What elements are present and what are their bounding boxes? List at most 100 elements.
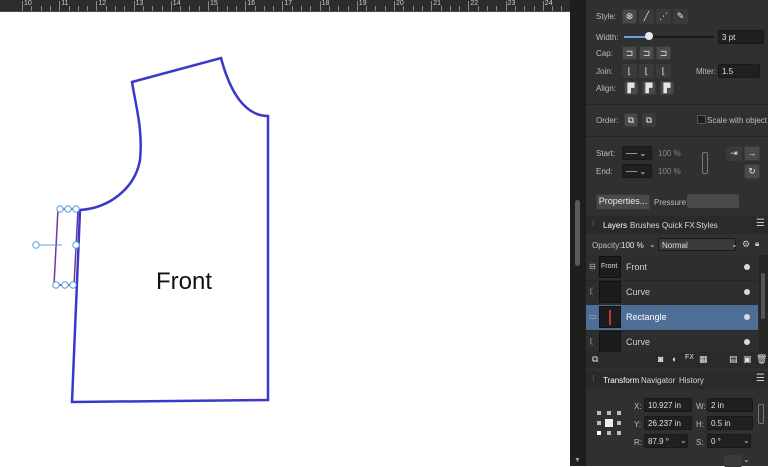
cap-label: Cap: [596, 49, 613, 58]
bevel-join-icon[interactable]: ⌊ [656, 64, 671, 78]
square-cap-icon[interactable]: ⊐ [656, 46, 671, 60]
tab-quick-fx[interactable]: Quick FX [662, 221, 695, 230]
round-join-icon[interactable]: ⌊ [639, 64, 654, 78]
scrollbar-thumb[interactable] [575, 200, 580, 266]
ruler-minor-tick [263, 6, 265, 11]
tab-transform[interactable]: Transform [603, 376, 639, 385]
ruler-minor-tick [524, 6, 526, 11]
tab-styles[interactable]: Styles [696, 221, 718, 230]
document-canvas[interactable]: Front [0, 12, 570, 466]
layers-scrollbar[interactable] [759, 255, 768, 355]
width-field[interactable]: 3 pt [718, 30, 764, 44]
scale-with-object-checkbox[interactable] [697, 115, 706, 124]
ruler-minor-tick [142, 6, 144, 11]
blend-mode-value: Normal [662, 241, 688, 250]
layer-row-curve[interactable]: ᛕ Curve [586, 280, 758, 306]
stroke-behind-icon[interactable]: ⧉ [624, 113, 638, 127]
front-text-label[interactable]: Front [156, 268, 212, 296]
ruler-minor-tick [226, 6, 228, 11]
h-field[interactable]: 0.5 in [707, 416, 753, 430]
ruler-minor-tick [496, 6, 498, 11]
visibility-dot[interactable] [744, 339, 750, 345]
visibility-dot[interactable] [744, 314, 750, 320]
arrow-right-icon[interactable]: → [744, 146, 760, 161]
lock-icon[interactable]: 🔒︎ [755, 239, 759, 249]
link-scale-icon[interactable] [702, 152, 708, 174]
fx-icon[interactable]: FX [685, 354, 694, 361]
x-field[interactable]: 10.927 in [644, 398, 692, 412]
shear-dropdown-icon[interactable]: ⌄ [743, 436, 750, 445]
panel-menu-icon[interactable]: ☰ [756, 218, 765, 229]
miter-join-icon[interactable]: ⌊ [622, 64, 637, 78]
gear-icon[interactable]: ⚙ [742, 239, 750, 250]
end-scale-value[interactable]: 100 % [658, 167, 681, 176]
trash-icon[interactable]: 🗑︎ [756, 354, 767, 365]
mask-icon[interactable]: ◙ [658, 354, 663, 364]
layer-row-front[interactable]: ⊟ Front Front [586, 255, 758, 281]
x-label: X: [634, 402, 642, 411]
w-field[interactable]: 2 in [707, 398, 753, 412]
grip-icon[interactable]: ⁝ [592, 219, 595, 228]
dashed-line-icon[interactable]: ⋰ [656, 9, 671, 24]
brush-stroke-icon[interactable]: ✎ [673, 9, 688, 24]
tab-layers[interactable]: Layers [603, 221, 627, 230]
horizontal-ruler[interactable]: 10 11 12 13 14 15 16 17 18 19 20 21 22 23 24 [0, 0, 570, 12]
round-cap-icon[interactable]: ⊐ [639, 46, 654, 60]
group-icon[interactable]: ▣ [743, 354, 752, 365]
align-outside-icon[interactable]: ▛ [660, 81, 674, 95]
start-scale-value[interactable]: 100 % [658, 149, 681, 158]
ruler-minor-tick [77, 6, 79, 11]
layer-name: Curve [626, 287, 651, 297]
layer-row-rectangle[interactable]: ▭ Rectangle [586, 305, 758, 331]
arrow-to-end-icon[interactable]: ⇥ [726, 146, 742, 161]
transform-options-icon[interactable] [724, 455, 742, 467]
ruler-minor-tick [375, 6, 377, 11]
opacity-dropdown-icon[interactable]: ⌄ [649, 240, 656, 249]
width-slider-knob[interactable] [645, 32, 654, 40]
grip-icon[interactable]: ⁝ [592, 374, 595, 383]
align-center-icon[interactable]: ▛ [624, 81, 638, 95]
y-field[interactable]: 26.237 in [644, 416, 692, 430]
anchor-point-selector[interactable] [597, 411, 621, 435]
add-layer-icon[interactable]: ▤ [729, 354, 738, 365]
stroke-front-icon[interactable]: ⧉ [642, 113, 656, 127]
adjustment-icon[interactable]: ◐ [672, 354, 677, 364]
miter-field[interactable]: 1.5 [718, 64, 760, 78]
solid-line-icon[interactable]: ╱ [639, 9, 654, 24]
tab-brushes[interactable]: Brushes [630, 221, 659, 230]
ruler-minor-tick [31, 6, 33, 11]
layer-options-icon[interactable]: ⧉ [592, 354, 598, 365]
divider [586, 136, 768, 137]
ruler-major-tick [96, 1, 98, 11]
lock-aspect-icon[interactable] [758, 404, 764, 424]
no-stroke-icon[interactable]: ⊗ [622, 9, 637, 24]
tab-history[interactable]: History [679, 376, 704, 385]
align-inside-icon[interactable]: ▛ [642, 81, 656, 95]
align-label: Align: [596, 84, 617, 93]
layers-scrollbar-thumb[interactable] [761, 273, 765, 319]
tab-navigator[interactable]: Navigator [641, 376, 675, 385]
blend-mode-select[interactable]: Normal [658, 238, 736, 251]
swap-arrows-icon[interactable]: ↻ [744, 164, 760, 179]
transform-options-dropdown-icon[interactable]: ⌄ [743, 455, 750, 464]
pressure-curve-button[interactable] [687, 194, 739, 208]
panel-menu-icon[interactable]: ☰ [756, 373, 765, 384]
properties-button[interactable]: Properties... [596, 194, 650, 210]
butt-cap-icon[interactable]: ⊐ [622, 46, 637, 60]
blend-dropdown-icon[interactable]: ⌄ [731, 240, 738, 249]
ruler-minor-tick [40, 6, 42, 11]
opacity-value[interactable]: 100 % [621, 241, 644, 250]
ruler-major-tick [208, 1, 209, 11]
pixel-layer-icon[interactable]: ▦ [699, 354, 708, 365]
ruler-minor-tick [217, 6, 219, 11]
start-arrowhead-select[interactable]: ── ⌄ [622, 146, 652, 160]
end-arrowhead-select[interactable]: ── ⌄ [622, 164, 652, 178]
visibility-dot[interactable] [744, 289, 750, 295]
r-label: R: [634, 438, 642, 447]
rotation-dropdown-icon[interactable]: ⌄ [680, 436, 687, 445]
scroll-down-arrow-icon[interactable]: ▼ [574, 457, 581, 464]
visibility-dot[interactable] [744, 264, 750, 270]
curve-layer-icon: ᛕ [589, 287, 594, 296]
canvas-vertical-scrollbar[interactable]: ▼ [570, 0, 586, 466]
ruler-minor-tick [180, 6, 182, 11]
